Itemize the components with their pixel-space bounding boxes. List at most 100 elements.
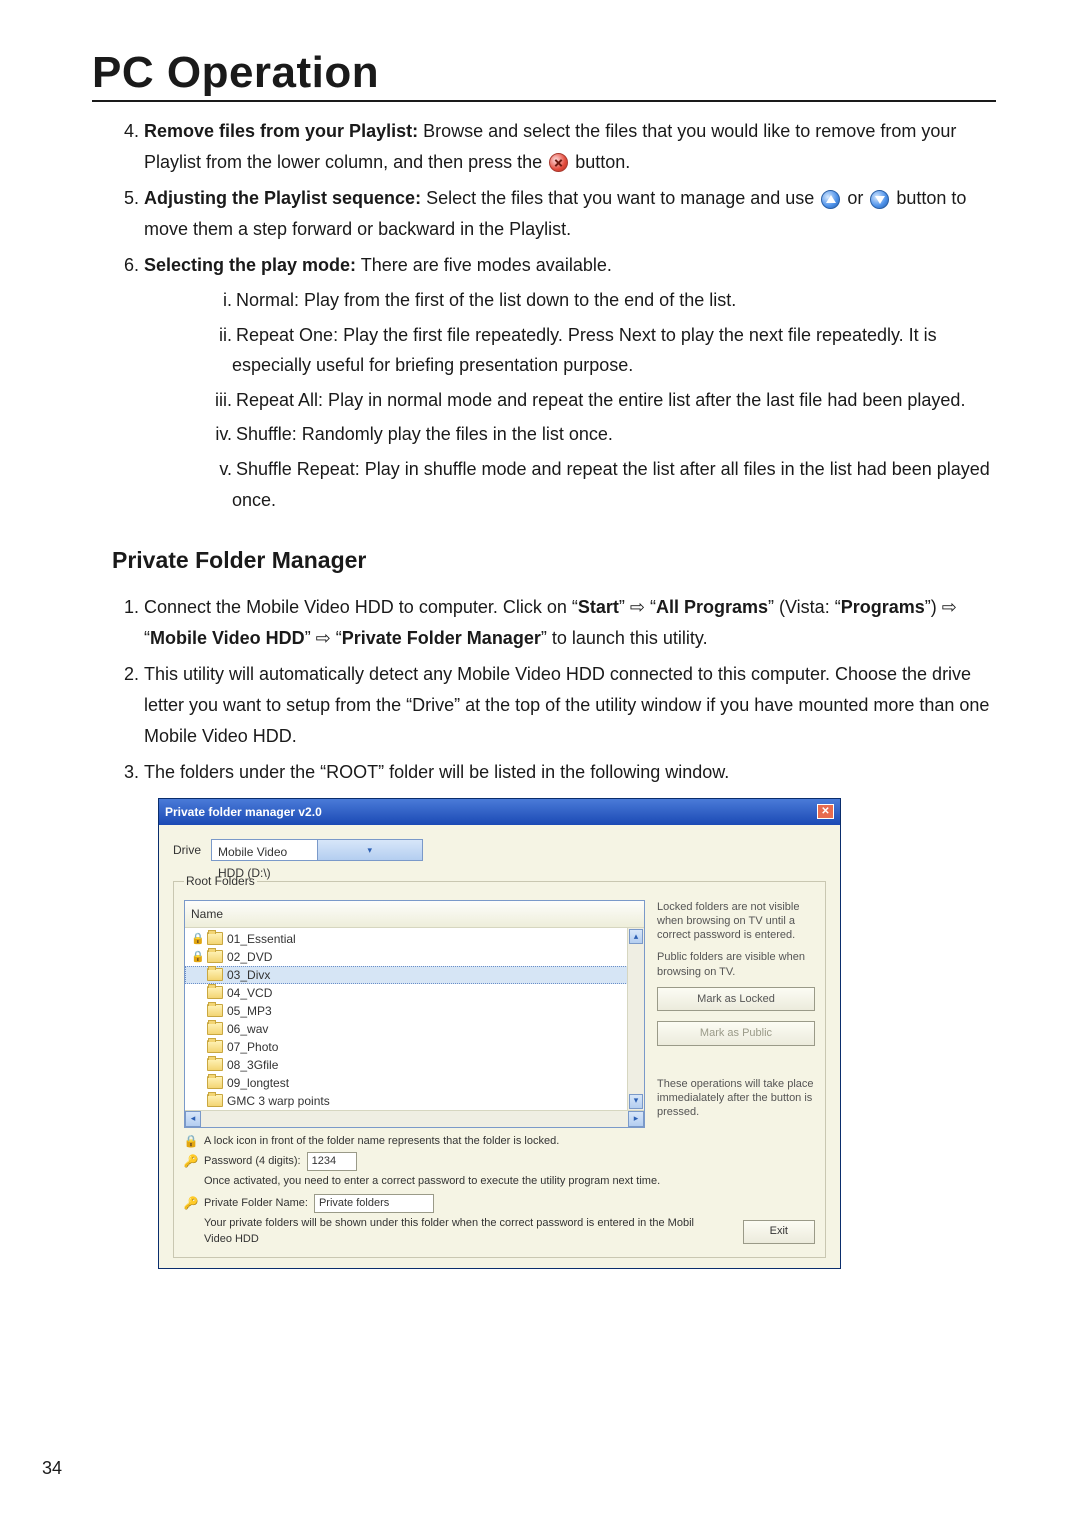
roman: ii. [202,320,232,351]
text: This utility will automatically detect a… [144,664,989,745]
list-item: Remove files from your Playlist: Browse … [144,116,996,177]
roman: iii. [202,385,232,416]
folder-icon [207,1094,223,1107]
chevron-down-icon[interactable]: ▾ [317,840,423,860]
text: Repeat One: Play the first file repeated… [232,325,937,376]
text: Shuffle: Randomly play the files in the … [236,424,613,444]
table-row[interactable]: GMC 3 warp points [185,1092,644,1110]
app-window: Private folder manager v2.0 ✕ Drive Mobi… [158,798,841,1269]
table-row[interactable]: 09_longtest [185,1074,644,1092]
text: ” ⇨ “ [305,628,342,648]
mark-locked-button[interactable]: Mark as Locked [657,987,815,1011]
folder-icon [207,968,223,981]
column-name: Name [191,904,223,924]
text: ” (Vista: “ [768,597,841,617]
folder-icon [207,1058,223,1071]
text: Normal: Play from the first of the list … [236,290,736,310]
sub-item: iii.Repeat All: Play in normal mode and … [202,385,996,416]
key-icon: 🔑 [184,1196,198,1210]
key-icon: 🔑 [184,1155,198,1169]
bold: Private Folder Manager [342,628,541,648]
item-heading: Selecting the play mode: [144,255,356,275]
sub-item: ii.Repeat One: Play the first file repea… [202,320,996,381]
text: ” ⇨ “ [619,597,656,617]
table-row[interactable]: 07_Photo [185,1038,644,1056]
title-divider [92,100,996,102]
folder-icon [207,932,223,945]
drive-label: Drive [173,840,201,860]
window-titlebar[interactable]: Private folder manager v2.0 ✕ [159,799,840,825]
text: Select the files that you want to manage… [421,188,819,208]
page-number: 34 [42,1458,62,1479]
list-item: This utility will automatically detect a… [144,659,996,751]
item-heading: Adjusting the Playlist sequence: [144,188,421,208]
bold: Programs [841,597,925,617]
drive-select[interactable]: Mobile Video HDD (D:\) ▾ [211,839,423,861]
exit-button[interactable]: Exit [743,1220,815,1243]
lock-icon: 🔒 [191,948,203,967]
folder-icon [207,1004,223,1017]
text: Repeat All: Play in normal mode and repe… [236,390,965,410]
move-down-icon [870,190,889,209]
scroll-down-icon[interactable]: ▾ [629,1094,643,1109]
roman: v. [202,454,232,485]
table-row[interactable]: 🔒01_Essential [185,930,644,948]
root-folders-legend: Root Folders [184,871,257,891]
table-row[interactable]: 08_3Gfile [185,1056,644,1074]
horizontal-scrollbar[interactable]: ◂ ▸ [185,1110,644,1127]
sub-item: v.Shuffle Repeat: Play in shuffle mode a… [202,454,996,515]
sub-item: iv.Shuffle: Randomly play the files in t… [202,419,996,450]
folder-list[interactable]: Name 🔒01_Essential🔒02_DVD03_Divx04_VCD05… [184,900,645,1128]
text: Shuffle Repeat: Play in shuffle mode and… [232,459,990,510]
text: or [842,188,868,208]
mark-public-button[interactable]: Mark as Public [657,1021,815,1045]
info-text: Once activated, you need to enter a corr… [204,1174,815,1189]
close-icon[interactable]: ✕ [817,804,834,819]
table-row[interactable]: 04_VCD [185,984,644,1002]
text: button. [570,152,630,172]
move-up-icon [821,190,840,209]
info-text: These operations will take place immedia… [657,1077,815,1120]
bold: Start [578,597,619,617]
drive-value: Mobile Video HDD (D:\) [212,840,317,860]
bold: Mobile Video HDD [150,628,305,648]
private-folder-input[interactable]: Private folders [314,1194,434,1213]
folder-icon [207,986,223,999]
info-text: Locked folders are not visible when brow… [657,900,815,943]
text: ” to launch this utility. [541,628,708,648]
password-input[interactable]: 1234 [307,1152,357,1171]
item-heading: Remove files from your Playlist: [144,121,418,141]
info-text: Public folders are visible when browsing… [657,950,815,979]
roman: i. [202,285,232,316]
scroll-right-icon[interactable]: ▸ [628,1111,644,1127]
section-heading: Private Folder Manager [112,541,996,580]
list-item: Adjusting the Playlist sequence: Select … [144,183,996,244]
scroll-up-icon[interactable]: ▴ [629,929,643,944]
info-text: A lock icon in front of the folder name … [204,1134,559,1149]
list-item: The folders under the “ROOT” folder will… [144,757,996,788]
table-row[interactable]: 06_wav [185,1020,644,1038]
remove-icon [549,153,568,172]
roman: iv. [202,419,232,450]
bold: All Programs [656,597,768,617]
folder-icon [207,1040,223,1053]
table-row[interactable]: 🔒02_DVD [185,948,644,966]
folder-icon [207,950,223,963]
folder-name: GMC 3 warp points [227,1091,638,1110]
sub-item: i.Normal: Play from the first of the lis… [202,285,996,316]
private-folder-label: Private Folder Name: [204,1196,308,1211]
lock-icon: 🔒 [184,1134,198,1148]
lock-icon: 🔒 [191,930,203,949]
vertical-scrollbar[interactable]: ▴ ▾ [627,928,644,1110]
table-row[interactable]: 05_MP3 [185,1002,644,1020]
table-row[interactable]: 03_Divx [185,966,644,984]
info-text: Your private folders will be shown under… [204,1216,695,1247]
list-item: Connect the Mobile Video HDD to computer… [144,592,996,653]
scroll-left-icon[interactable]: ◂ [185,1111,201,1127]
page-title: PC Operation [92,48,996,98]
password-label: Password (4 digits): [204,1154,301,1169]
list-item: Selecting the play mode: There are five … [144,250,996,515]
folder-icon [207,1022,223,1035]
folder-icon [207,1076,223,1089]
text: There are five modes available. [356,255,612,275]
